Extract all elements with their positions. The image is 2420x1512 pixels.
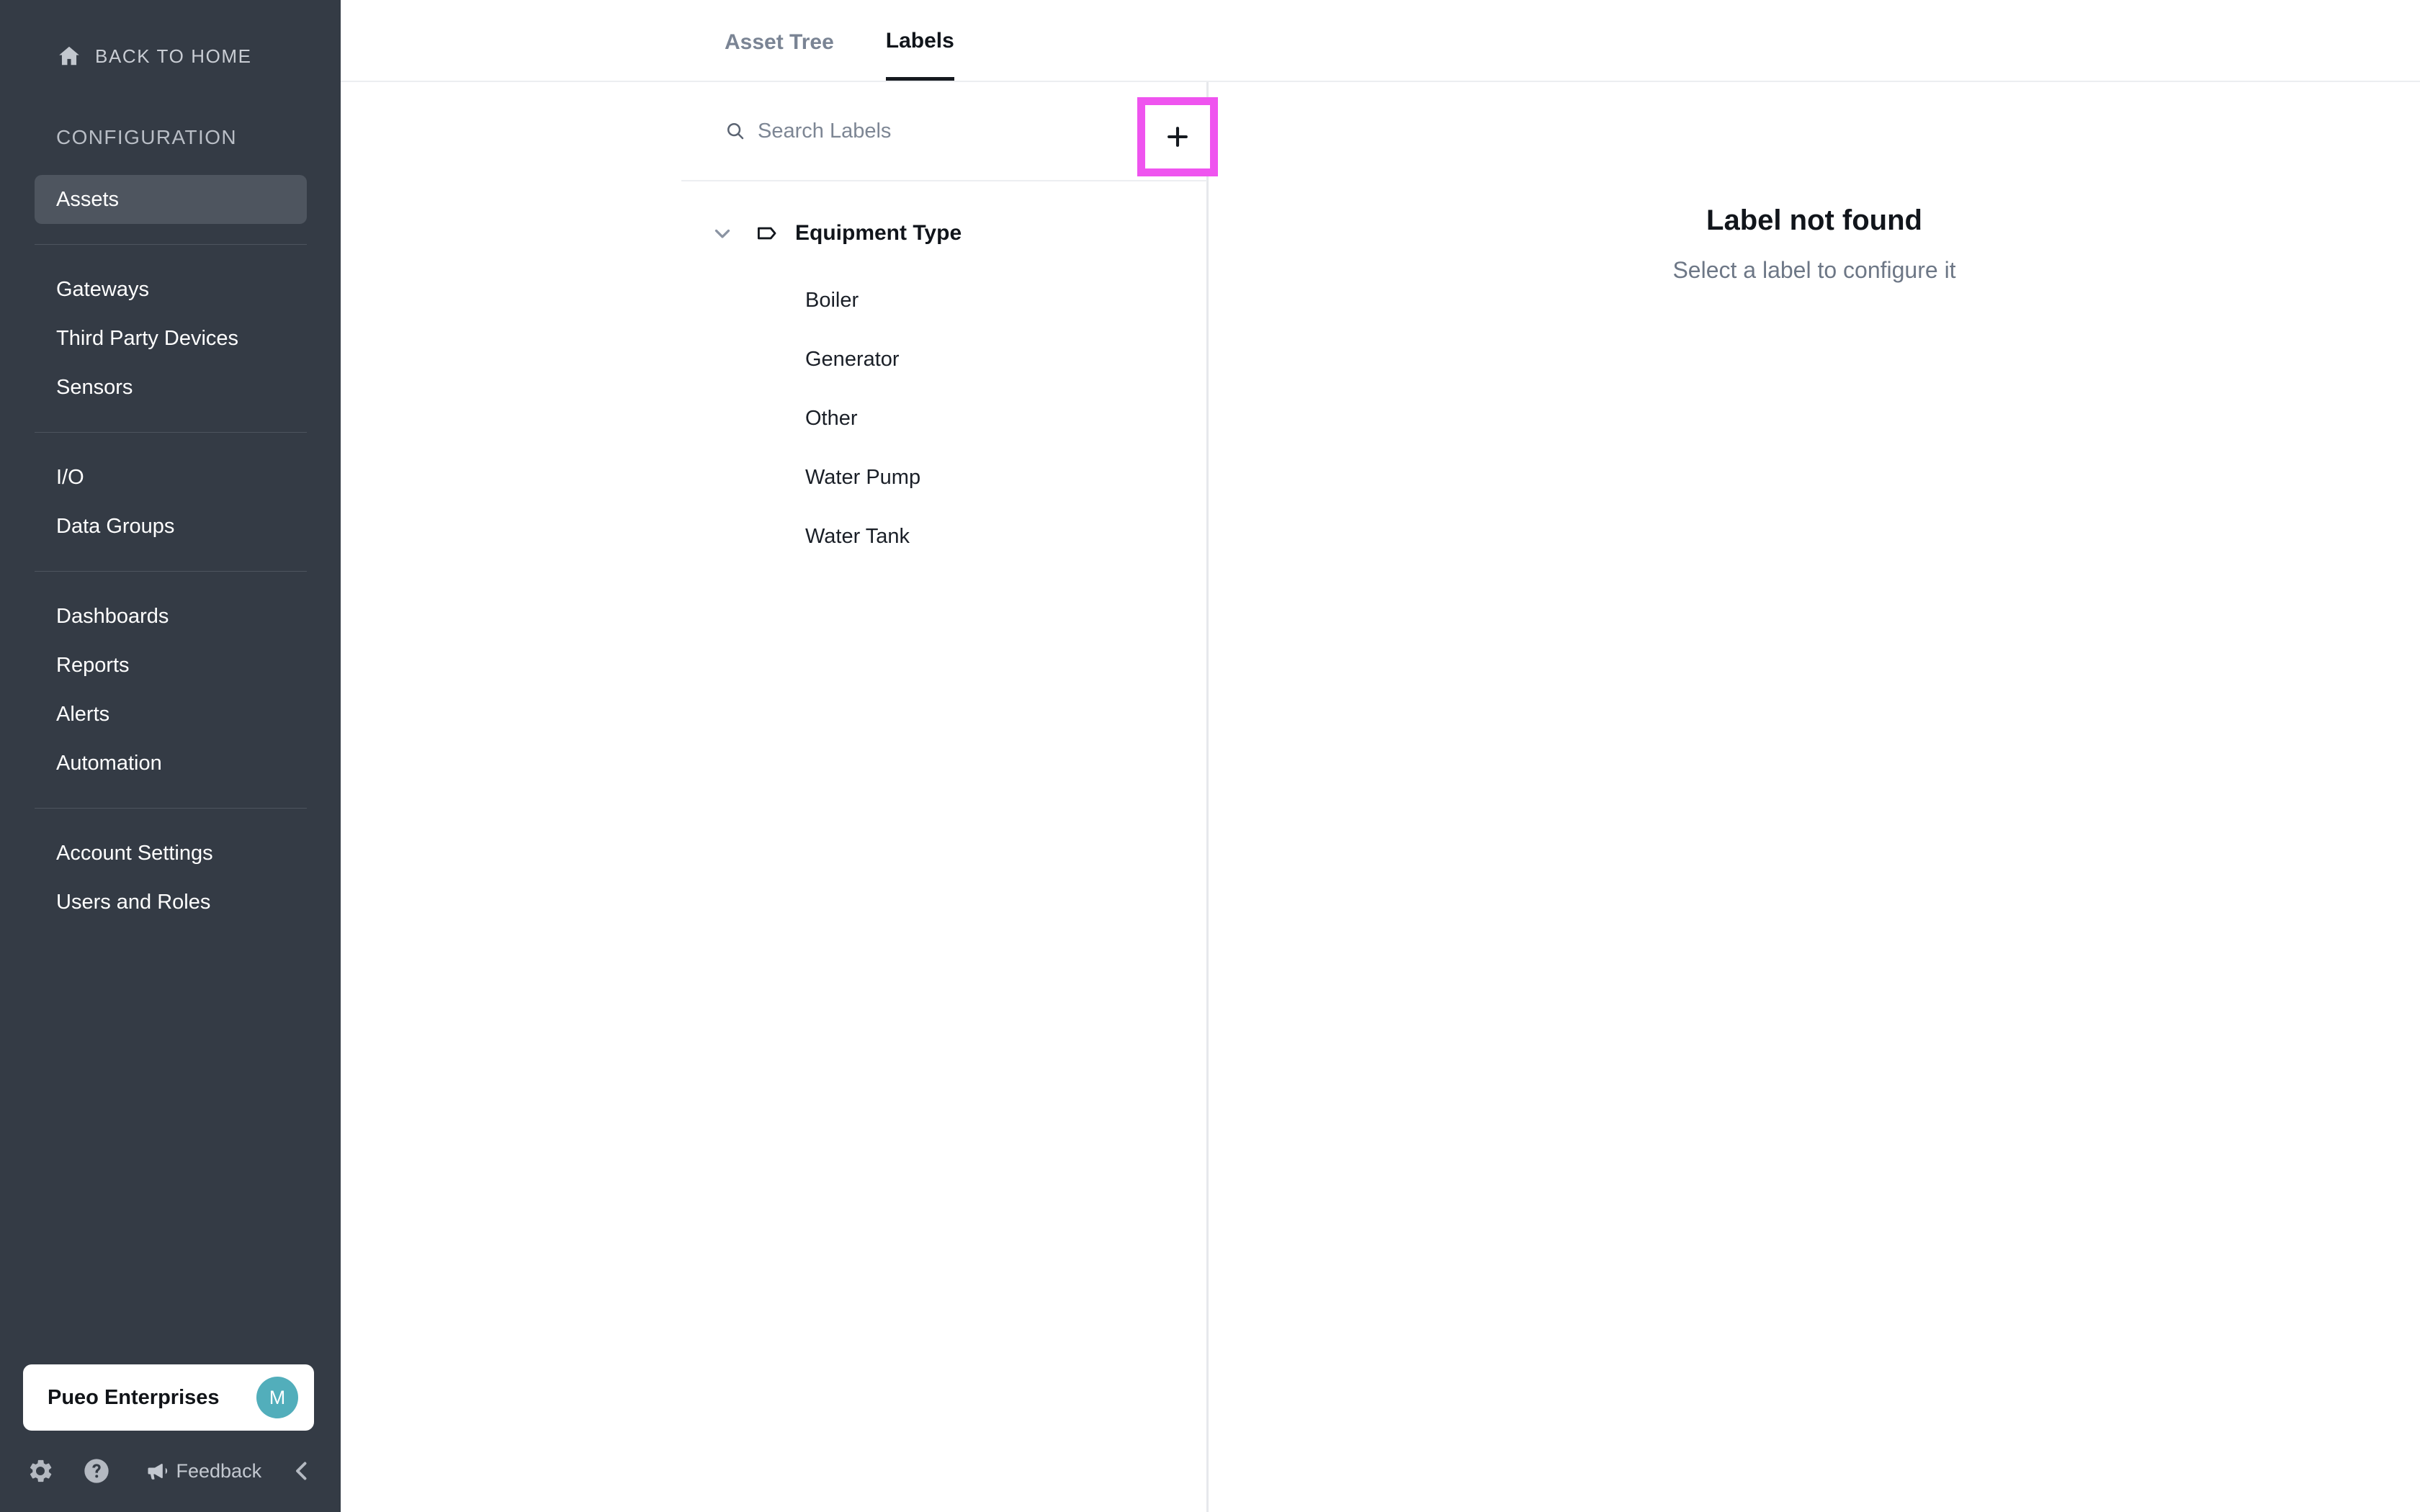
sidebar-item-label: Data Groups <box>56 514 175 538</box>
sidebar-divider <box>35 571 307 572</box>
search-icon <box>725 120 746 142</box>
tab-bar: Asset Tree Labels <box>341 0 2420 82</box>
tree-item-water-tank[interactable]: Water Tank <box>681 507 1207 566</box>
back-to-home-label: BACK TO HOME <box>95 45 252 67</box>
sidebar-divider <box>35 808 307 809</box>
gear-icon[interactable] <box>22 1457 59 1485</box>
chevron-down-icon[interactable] <box>710 221 735 246</box>
tree-item-label: Generator <box>805 347 900 371</box>
sidebar: BACK TO HOME CONFIGURATION Assets Gatewa… <box>0 0 341 1512</box>
empty-state-title: Label not found <box>1706 204 1922 236</box>
feedback-label: Feedback <box>176 1459 262 1482</box>
sidebar-item-label: Sensors <box>56 375 133 399</box>
label-tree: Equipment Type Boiler Generator Other Wa… <box>681 181 1207 566</box>
plus-icon <box>1164 123 1191 150</box>
sidebar-divider <box>35 244 307 245</box>
sidebar-divider <box>35 432 307 433</box>
sidebar-item-gateways[interactable]: Gateways <box>35 265 307 314</box>
tree-children: Boiler Generator Other Water Pump Water … <box>681 271 1207 566</box>
tab-labels[interactable]: Labels <box>885 0 954 81</box>
feedback-button[interactable]: Feedback <box>145 1458 262 1484</box>
tag-icon <box>735 220 781 246</box>
organization-card[interactable]: Pueo Enterprises M <box>23 1364 314 1431</box>
home-icon <box>56 43 82 69</box>
search-box[interactable] <box>681 119 1089 143</box>
sidebar-item-alerts[interactable]: Alerts <box>35 690 307 739</box>
sidebar-item-automation[interactable]: Automation <box>35 739 307 788</box>
back-to-home-link[interactable]: BACK TO HOME <box>56 42 252 71</box>
megaphone-icon <box>148 1463 167 1480</box>
sidebar-item-label: Dashboards <box>56 604 169 628</box>
tree-item-label: Other <box>805 406 858 430</box>
sidebar-item-label: Gateways <box>56 277 149 301</box>
tree-item-label: Water Tank <box>805 524 910 548</box>
tree-item-label: Boiler <box>805 288 859 312</box>
sidebar-item-assets[interactable]: Assets <box>35 175 307 224</box>
empty-state-subtitle: Select a label to configure it <box>1672 257 1956 283</box>
sidebar-item-account-settings[interactable]: Account Settings <box>35 829 307 878</box>
sidebar-nav: Assets Gateways Third Party Devices Sens… <box>35 175 307 927</box>
sidebar-section-title: CONFIGURATION <box>56 126 238 148</box>
help-circle-icon[interactable] <box>78 1457 115 1485</box>
sidebar-item-label: Alerts <box>56 702 110 726</box>
tab-label: Labels <box>885 28 954 53</box>
sidebar-item-reports[interactable]: Reports <box>35 641 307 690</box>
sidebar-item-label: Account Settings <box>56 841 213 865</box>
sidebar-item-label: Assets <box>56 187 120 211</box>
sidebar-item-label: Third Party Devices <box>56 326 239 350</box>
labels-panel: Equipment Type Boiler Generator Other Wa… <box>681 82 1207 1512</box>
tree-item-boiler[interactable]: Boiler <box>681 271 1207 330</box>
empty-state: Label not found Select a label to config… <box>1209 82 2420 284</box>
main-content: Asset Tree Labels Search Labels Equipmen… <box>341 0 2420 1512</box>
chevron-left-icon[interactable] <box>286 1458 317 1484</box>
search-input[interactable] <box>758 119 1089 143</box>
sidebar-item-label: Users and Roles <box>56 890 211 914</box>
tab-asset-tree[interactable]: Asset Tree <box>725 0 886 81</box>
avatar: M <box>256 1377 298 1418</box>
sidebar-item-data-groups[interactable]: Data Groups <box>35 502 307 551</box>
search-row <box>681 82 1207 181</box>
tree-group-equipment-type[interactable]: Equipment Type <box>681 212 1207 255</box>
sidebar-item-label: I/O <box>56 465 84 489</box>
tree-item-label: Water Pump <box>805 465 921 489</box>
tab-label: Asset Tree <box>725 30 834 54</box>
sidebar-footer: Feedback <box>22 1450 317 1492</box>
sidebar-item-third-party-devices[interactable]: Third Party Devices <box>35 314 307 363</box>
tree-item-water-pump[interactable]: Water Pump <box>681 448 1207 507</box>
sidebar-item-sensors[interactable]: Sensors <box>35 363 307 412</box>
sidebar-item-io[interactable]: I/O <box>35 453 307 502</box>
add-label-button[interactable] <box>1137 97 1218 176</box>
tree-item-generator[interactable]: Generator <box>681 330 1207 389</box>
sidebar-item-dashboards[interactable]: Dashboards <box>35 592 307 641</box>
sidebar-item-label: Reports <box>56 653 130 677</box>
app-root: BACK TO HOME CONFIGURATION Assets Gatewa… <box>0 0 2420 1512</box>
sidebar-item-users-and-roles[interactable]: Users and Roles <box>35 878 307 927</box>
organization-name: Pueo Enterprises <box>48 1385 220 1409</box>
tree-group-label: Equipment Type <box>795 221 962 245</box>
sidebar-item-label: Automation <box>56 751 162 775</box>
tree-item-other[interactable]: Other <box>681 389 1207 448</box>
